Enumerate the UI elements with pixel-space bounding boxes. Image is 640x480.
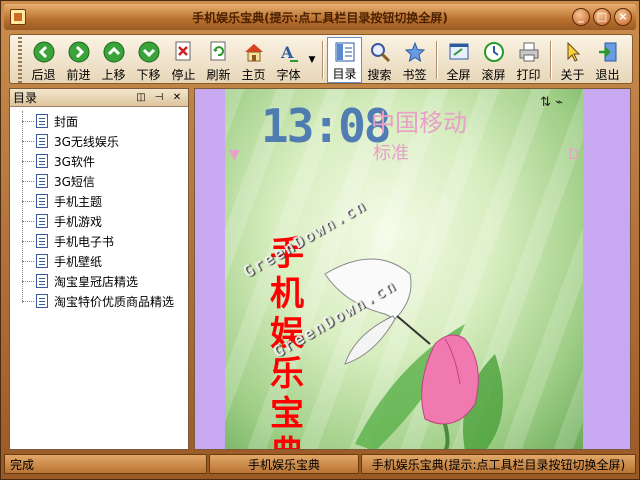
phone-border-right (583, 89, 630, 449)
tree-item-wallpapers[interactable]: 手机壁纸 (18, 251, 188, 271)
tree-item-phone-games[interactable]: 手机游戏 (18, 211, 188, 231)
close-icon[interactable]: ✕ (170, 91, 184, 105)
refresh-button[interactable]: 刷新 (201, 37, 236, 83)
about-button[interactable]: 关于 (555, 37, 590, 83)
content-pane[interactable]: 13:08 中国移动 标准 ⇅ ⌁ ▼ D 手机娱乐宝典 GreenDown.c… (194, 88, 631, 450)
app-window: 手机娱乐宝典(提示:点工具栏目录按钮切换全屏) _ □ × 后退 前进 上移 下… (0, 0, 640, 480)
tree-item-3g-software[interactable]: 3G软件 (18, 151, 188, 171)
scroll-icon (482, 40, 506, 64)
toc-icon (333, 41, 357, 63)
pin-icon[interactable]: ⊣ (152, 91, 166, 105)
phone-softkey-left-icon: ▼ (229, 147, 240, 163)
move-up-button[interactable]: 上移 (96, 37, 131, 83)
home-icon (242, 40, 266, 64)
minimize-button[interactable]: _ (572, 8, 590, 26)
scroll-button[interactable]: 滚屏 (476, 37, 511, 83)
title-bar[interactable]: 手机娱乐宝典(提示:点工具栏目录按钮切换全屏) _ □ × (4, 4, 636, 30)
directory-pane: 目录 ◫ ⊣ ✕ 封面 3G无线娱乐 3G软件 3G短信 手机主题 手机游戏 手… (9, 88, 189, 450)
status-bar: 完成 手机娱乐宝典 手机娱乐宝典(提示:点工具栏目录按钮切换全屏) (4, 454, 636, 476)
document-icon (36, 174, 48, 188)
phone-softkey-right-icon: D (568, 147, 579, 163)
font-icon: A (277, 40, 301, 64)
document-icon (36, 194, 48, 208)
down-arrow-icon (137, 40, 161, 64)
fullscreen-icon (447, 40, 471, 64)
stop-icon (172, 40, 196, 64)
toolbar: 后退 前进 上移 下移 停止 刷新 主页 A 字体 ▼ 目录 搜索 书签 全屏 … (9, 34, 633, 84)
tree-item-3g-entertainment[interactable]: 3G无线娱乐 (18, 131, 188, 151)
maximize-button[interactable]: □ (593, 8, 611, 26)
font-dropdown-arrow[interactable]: ▼ (306, 37, 318, 83)
tree-item-phone-themes[interactable]: 手机主题 (18, 191, 188, 211)
directory-tree: 封面 3G无线娱乐 3G软件 3G短信 手机主题 手机游戏 手机电子书 手机壁纸… (10, 107, 188, 311)
about-icon (561, 40, 585, 64)
carrier-name: 中国移动 (371, 109, 467, 137)
stop-button[interactable]: 停止 (166, 37, 201, 83)
print-icon (517, 40, 541, 64)
home-button[interactable]: 主页 (236, 37, 271, 83)
phone-border-left (195, 89, 225, 449)
toolbar-separator (436, 41, 437, 79)
search-button[interactable]: 搜索 (362, 37, 397, 83)
forward-button[interactable]: 前进 (61, 37, 96, 83)
svg-text:A: A (280, 43, 294, 62)
phone-wallpaper: 13:08 中国移动 标准 ⇅ ⌁ ▼ D 手机娱乐宝典 GreenDown.c… (225, 89, 583, 449)
tree-item-taobao-deals[interactable]: 淘宝特价优质商品精选 (18, 291, 188, 311)
tree-item-taobao-crown[interactable]: 淘宝皇冠店精选 (18, 271, 188, 291)
document-icon (36, 254, 48, 268)
document-icon (36, 154, 48, 168)
directory-title: 目录 (13, 91, 38, 105)
forward-arrow-icon (67, 40, 91, 64)
exit-icon (596, 40, 620, 64)
document-icon (36, 114, 48, 128)
toolbar-grip[interactable] (18, 37, 22, 83)
carrier-mode: 标准 (373, 143, 409, 164)
window-title: 手机娱乐宝典(提示:点工具栏目录按钮切换全屏) (192, 11, 448, 25)
up-arrow-icon (102, 40, 126, 64)
search-icon (368, 40, 392, 64)
fullscreen-button[interactable]: 全屏 (441, 37, 476, 83)
document-icon (36, 134, 48, 148)
phone-status-icons: ⇅ ⌁ (540, 95, 563, 110)
print-button[interactable]: 打印 (511, 37, 546, 83)
tree-item-3g-sms[interactable]: 3G短信 (18, 171, 188, 191)
document-icon (36, 274, 48, 288)
bookmark-star-icon (403, 40, 427, 64)
toolbar-separator (550, 41, 551, 79)
toolbar-separator (322, 41, 323, 79)
refresh-icon (207, 40, 231, 64)
exit-button[interactable]: 退出 (590, 37, 625, 83)
tree-item-ebooks[interactable]: 手机电子书 (18, 231, 188, 251)
status-state: 完成 (4, 454, 207, 474)
tree-item-cover[interactable]: 封面 (18, 111, 188, 131)
back-button[interactable]: 后退 (26, 37, 61, 83)
document-icon (36, 294, 48, 308)
status-hint: 手机娱乐宝典(提示:点工具栏目录按钮切换全屏) (361, 454, 636, 474)
toc-button[interactable]: 目录 (327, 37, 362, 83)
document-icon (36, 234, 48, 248)
font-button[interactable]: A 字体 (271, 37, 306, 83)
bookmark-button[interactable]: 书签 (397, 37, 432, 83)
pane-menu-icon[interactable]: ◫ (134, 91, 148, 105)
status-book-title: 手机娱乐宝典 (209, 454, 359, 474)
butterfly-flower-illustration (324, 258, 503, 449)
directory-header: 目录 ◫ ⊣ ✕ (10, 89, 188, 107)
document-icon (36, 214, 48, 228)
close-button[interactable]: × (614, 8, 632, 26)
back-arrow-icon (32, 40, 56, 64)
move-down-button[interactable]: 下移 (131, 37, 166, 83)
